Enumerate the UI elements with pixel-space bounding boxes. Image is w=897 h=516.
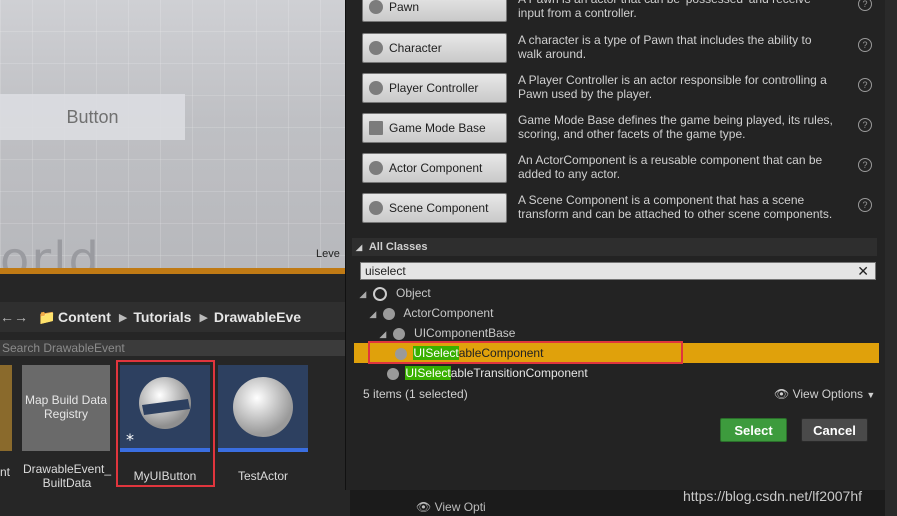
component-icon [392,327,405,340]
asset-tile-map-build-data[interactable]: Map Build Data Registry [22,365,110,451]
all-classes-header[interactable]: ◢ All Classes [352,238,877,256]
character-button-label: Character [389,41,442,55]
common-class-row: Actor Component An ActorComponent is a r… [362,153,882,187]
common-class-row: Character A character is a type of Pawn … [362,33,882,67]
help-icon[interactable]: ? [858,0,872,11]
viewport-world-text: orld [0,232,101,268]
view-options-label: View Options [792,387,864,401]
back-arrow-icon[interactable]: ← [0,309,14,325]
view-options-label: View Opti [434,500,486,514]
game-mode-base-description: Game Mode Base defines the game being pl… [518,113,833,141]
level-viewport[interactable]: Button orld Leve [0,0,350,268]
breadcrumb-separator: ▶ [199,311,208,324]
clear-filter-icon[interactable]: ✕ [857,263,869,279]
collapse-arrow-icon: ◢ [356,243,363,252]
tree-label: Object [396,286,431,300]
scene-component-description: A Scene Component is a component that ha… [518,193,833,221]
character-icon [369,41,383,55]
common-class-row: Pawn A Pawn is an actor that can be 'pos… [362,0,882,26]
asset-label-partial: nt [0,465,11,479]
tree-row-uiselectabletransitioncomponent[interactable]: UISelectableTransitionComponent [346,363,886,383]
player-controller-description: A Player Controller is an actor responsi… [518,73,827,101]
tree-row-object[interactable]: ◢ Object [346,283,886,303]
tree-row-actorcomponent[interactable]: ◢ ActorComponent [346,303,886,323]
player-controller-button-label: Player Controller [389,81,479,95]
expand-arrow-icon[interactable]: ◢ [359,284,369,304]
item-count-status: 5 items (1 selected) [363,387,468,401]
help-icon[interactable]: ? [858,158,872,172]
actor-component-button-label: Actor Component [389,161,483,175]
folder-icon: 📁 [38,308,56,325]
actor-component-button[interactable]: Actor Component [362,153,507,183]
game-mode-base-button[interactable]: Game Mode Base [362,113,507,143]
help-icon[interactable]: ? [858,198,872,212]
view-options-button[interactable]: 👁 View Options ▼ [774,387,875,401]
actor-component-icon [382,307,395,320]
red-highlight-box [368,341,683,364]
breadcrumb-separator: ▶ [118,311,128,324]
scene-component-button-label: Scene Component [389,201,489,215]
scene-component-icon [369,201,383,215]
right-panel-edge [885,0,897,516]
pawn-icon [369,0,383,14]
character-description: A character is a type of Pawn that inclu… [518,33,812,61]
level-label: Leve [316,248,340,260]
game-mode-base-button-label: Game Mode Base [389,121,486,135]
character-button[interactable]: Character [362,33,507,63]
content-view-options[interactable]: 👁 View Opti [416,500,486,514]
expand-arrow-icon[interactable]: ◢ [369,304,379,324]
breadcrumb-drawable-event[interactable]: DrawableEve [214,309,301,325]
tree-label: UIComponentBase [414,326,516,340]
content-search-input[interactable]: Search DrawableEvent [0,340,350,356]
forward-arrow-icon[interactable]: → [14,309,28,325]
asset-tile-testactor[interactable] [218,365,308,451]
pawn-button-label: Pawn [389,0,420,14]
tree-label: ableTransitionComponent [450,366,588,380]
pawn-button[interactable]: Pawn [362,0,507,22]
cancel-button[interactable]: Cancel [801,418,868,442]
breadcrumb: ← → 📁 Content ▶ Tutorials ▶ DrawableEve [0,302,350,332]
red-highlight-box [116,360,215,487]
object-icon [372,286,387,301]
tree-row-uicomponentbase[interactable]: ◢ UIComponentBase [346,323,886,343]
select-button[interactable]: Select [720,418,787,442]
asset-thumbnail-text: Map Build Data Registry [24,393,108,421]
asset-type-bar [218,448,308,452]
all-classes-label: All Classes [368,241,428,253]
breadcrumb-content[interactable]: Content [58,309,111,325]
game-mode-icon [369,121,383,135]
actor-component-icon [369,161,383,175]
common-class-row: Game Mode Base Game Mode Base defines th… [362,113,882,147]
component-icon [387,367,400,380]
asset-label-map-build-data: DrawableEvent_ BuiltData [22,462,112,490]
eye-icon: 👁 [416,500,432,514]
source-watermark: https://blog.csdn.net/lf2007hf [683,488,863,504]
content-browser: ← → 📁 Content ▶ Tutorials ▶ DrawableEve … [0,274,350,516]
class-filter-field[interactable]: ✕ [360,262,876,280]
asset-tile-partial[interactable] [0,365,12,451]
scene-component-button[interactable]: Scene Component [362,193,507,223]
class-filter-input[interactable] [361,263,845,279]
common-class-row: Scene Component A Scene Component is a c… [362,193,882,227]
help-icon[interactable]: ? [858,78,872,92]
player-controller-icon [369,81,383,95]
actor-component-description: An ActorComponent is a reusable componen… [518,153,823,181]
asset-label-testactor: TestActor [237,469,288,483]
sphere-icon [233,377,293,437]
pick-parent-class-dialog: Pawn A Pawn is an actor that can be 'pos… [345,0,886,490]
pawn-description: A Pawn is an actor that can be 'possesse… [518,0,811,20]
help-icon[interactable]: ? [858,38,872,52]
dropdown-arrow-icon: ▼ [866,390,876,400]
player-controller-button[interactable]: Player Controller [362,73,507,103]
viewport-button-widget[interactable]: Button [0,94,185,140]
breadcrumb-tutorials[interactable]: Tutorials [133,309,191,325]
eye-icon: 👁 [774,387,790,401]
search-match-highlight: UISelect [405,366,451,380]
common-class-row: Player Controller A Player Controller is… [362,73,882,107]
viewport-button-text: Button [66,106,119,127]
help-icon[interactable]: ? [858,118,872,132]
tree-label: ActorComponent [403,306,494,320]
